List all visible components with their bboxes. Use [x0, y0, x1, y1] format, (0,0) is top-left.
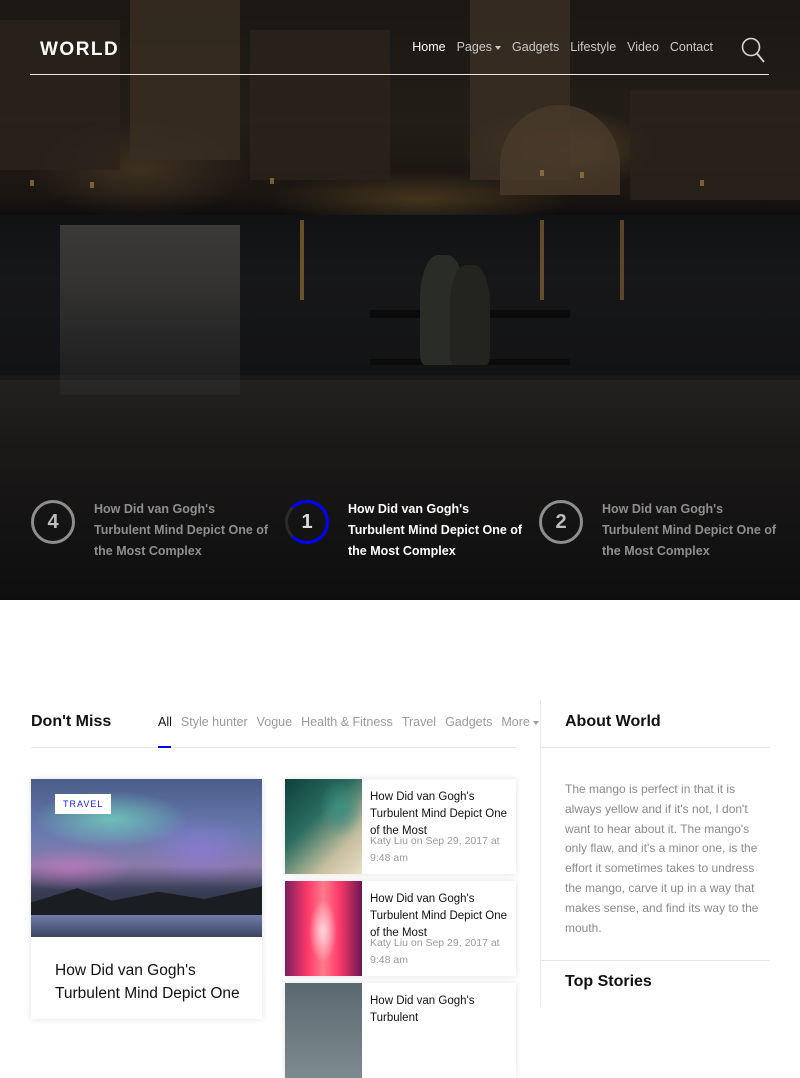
list-item[interactable]: How Did van Gogh's Turbulent Mind Depict…: [285, 779, 516, 874]
search-icon[interactable]: [741, 36, 765, 64]
image-lake: [31, 915, 262, 937]
scene-reflection: [300, 220, 304, 300]
featured-article-image[interactable]: TRAVEL: [31, 779, 262, 937]
scene-light: [700, 180, 704, 186]
nav-item-pages[interactable]: Pages: [456, 40, 502, 54]
scene-building: [630, 90, 800, 200]
article-thumbnail[interactable]: [285, 779, 362, 874]
main-menu: Home Pages Gadgets Lifestyle Video Conta…: [412, 40, 713, 54]
nav-item-home[interactable]: Home: [412, 40, 445, 54]
divider: [541, 960, 770, 961]
scene-light: [270, 178, 274, 184]
list-item[interactable]: How Did van Gogh's Turbulent Mind Depict…: [285, 881, 516, 976]
scene-light: [90, 182, 94, 188]
tab-vogue[interactable]: Vogue: [257, 715, 292, 729]
slide-title[interactable]: How Did van Gogh's Turbulent Mind Depict…: [602, 499, 782, 562]
tab-travel[interactable]: Travel: [402, 715, 436, 729]
featured-article-card[interactable]: TRAVEL How Did van Gogh's Turbulent Mind…: [31, 779, 262, 1019]
article-meta: Katy Liu on Sep 29, 2017 at 9:48 am: [370, 835, 500, 864]
slide-number: 1: [285, 500, 329, 544]
divider: [31, 747, 516, 748]
scene-light: [30, 180, 34, 186]
nav-item-gadgets[interactable]: Gadgets: [512, 40, 559, 54]
nav-item-lifestyle[interactable]: Lifestyle: [570, 40, 616, 54]
slide-number: 4: [31, 500, 75, 544]
logo[interactable]: WORLD: [40, 39, 119, 61]
featured-article-title[interactable]: How Did van Gogh's Turbulent Mind Depict…: [55, 959, 245, 1005]
category-badge[interactable]: TRAVEL: [55, 794, 112, 814]
scene-building: [130, 0, 240, 160]
tab-more-label: More: [501, 715, 530, 729]
article-thumbnail[interactable]: [285, 881, 362, 976]
article-meta: Katy Liu on Sep 29, 2017 at 9:48 am: [370, 937, 500, 966]
section-title-top-stories: Top Stories: [565, 973, 652, 990]
tab-style-hunter[interactable]: Style hunter: [181, 715, 248, 729]
tab-gadgets[interactable]: Gadgets: [445, 715, 492, 729]
scene-reflection: [620, 220, 624, 300]
image-mountains: [31, 886, 262, 917]
scene-market-stall: [60, 225, 240, 395]
article-title[interactable]: How Did van Gogh's Turbulent: [370, 993, 510, 1027]
scene-light: [580, 172, 584, 178]
hero-slide-current[interactable]: 1 How Did van Gogh's Turbulent Mind Depi…: [285, 500, 525, 560]
hero-slide[interactable]: 2 How Did van Gogh's Turbulent Mind Depi…: [539, 500, 779, 560]
category-tabs: All Style hunter Vogue Health & Fitness …: [158, 715, 539, 729]
nav-item-contact[interactable]: Contact: [670, 40, 713, 54]
active-tab-indicator: [158, 746, 171, 748]
hero-banner: WORLD Home Pages Gadgets Lifestyle Video…: [0, 0, 800, 600]
about-text: The mango is perfect in that it is alway…: [565, 782, 759, 935]
hero-slide[interactable]: 4 How Did van Gogh's Turbulent Mind Depi…: [31, 500, 271, 560]
tab-more[interactable]: More: [501, 715, 539, 729]
slide-title[interactable]: How Did van Gogh's Turbulent Mind Depict…: [94, 499, 274, 562]
slide-number: 2: [539, 500, 583, 544]
article-thumbnail[interactable]: [285, 983, 362, 1078]
tab-health-fitness[interactable]: Health & Fitness: [301, 715, 393, 729]
scene-reflection: [540, 220, 544, 300]
nav-item-video[interactable]: Video: [627, 40, 659, 54]
tab-all[interactable]: All: [158, 715, 172, 729]
chevron-down-icon: [495, 45, 502, 50]
slide-title[interactable]: How Did van Gogh's Turbulent Mind Depict…: [348, 499, 528, 562]
divider: [541, 747, 770, 748]
scene-quay: [0, 380, 800, 600]
section-title-about: About World: [565, 713, 661, 730]
scene-light: [540, 170, 544, 176]
scene-person: [450, 265, 490, 365]
nav-item-pages-label: Pages: [456, 40, 493, 54]
section-title-dont-miss: Don't Miss: [31, 713, 112, 730]
list-item[interactable]: How Did van Gogh's Turbulent: [285, 983, 516, 1078]
chevron-down-icon: [532, 720, 539, 725]
top-navigation: WORLD Home Pages Gadgets Lifestyle Video…: [30, 30, 769, 75]
